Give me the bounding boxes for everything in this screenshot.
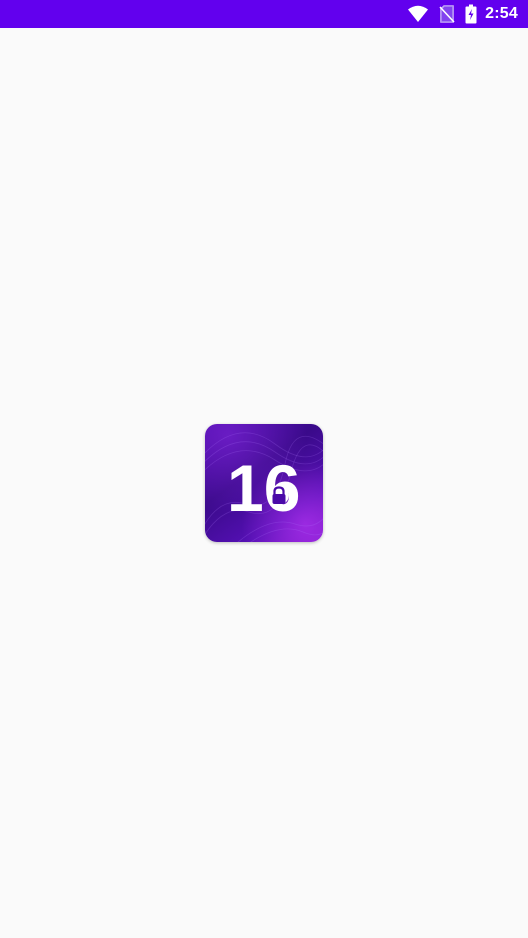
wifi-icon [407, 4, 429, 24]
lock-icon [269, 485, 289, 505]
status-icons: 2:54 [407, 0, 518, 28]
battery-charging-icon [465, 4, 477, 24]
icon-number: 16 [227, 451, 300, 525]
no-sim-icon [439, 5, 455, 23]
status-bar: 2:54 [0, 0, 528, 28]
icon-glyph: 16 [227, 451, 300, 525]
status-time: 2:54 [485, 5, 518, 22]
splash-screen: 2:54 16 [0, 0, 528, 938]
app-logo: 16 [205, 424, 323, 542]
